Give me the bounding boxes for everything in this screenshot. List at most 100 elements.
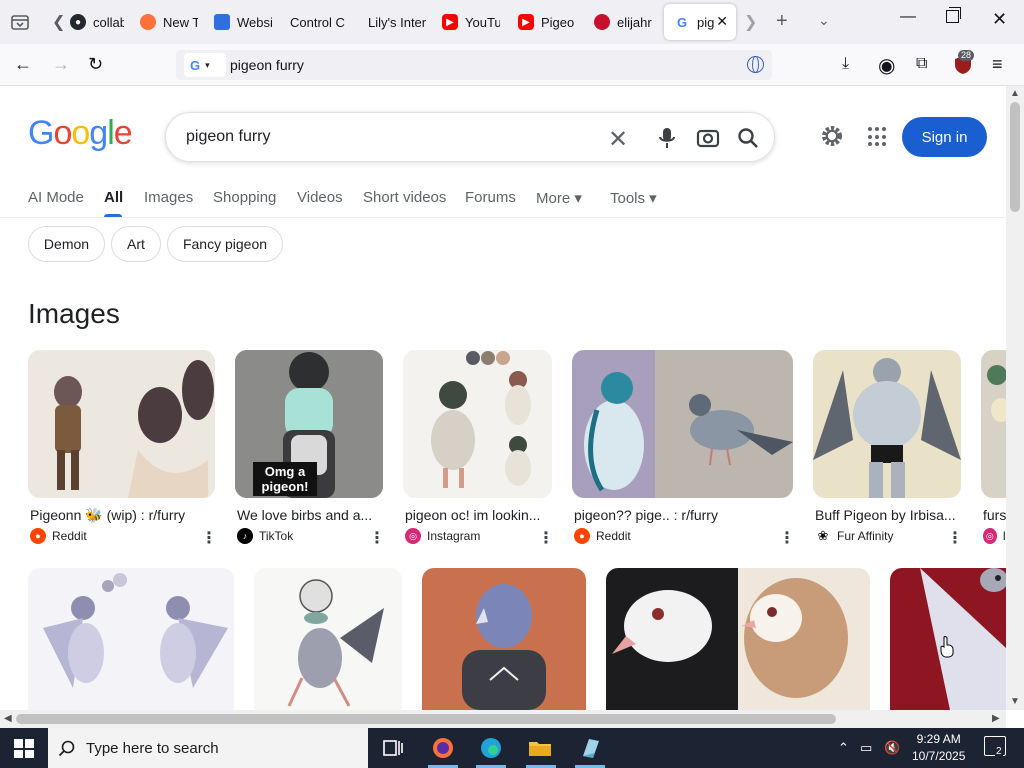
image-result-source[interactable]: ● Reddit xyxy=(30,528,87,544)
taskbar-search[interactable]: Type here to search xyxy=(48,728,368,768)
apps-grid-icon[interactable] xyxy=(868,127,888,147)
more-options-icon[interactable]: ⋮ xyxy=(369,528,385,548)
volume-muted-icon[interactable]: 🔇 xyxy=(884,740,900,756)
windows-start-icon[interactable] xyxy=(14,739,34,758)
tab-5[interactable]: ▶ YouTu xyxy=(438,4,500,40)
scroll-up-icon[interactable]: ▲ xyxy=(1010,88,1020,99)
tab-all[interactable]: All xyxy=(104,189,123,206)
image-result-title[interactable]: furs xyxy=(983,507,1006,523)
chip-art[interactable]: Art xyxy=(111,226,161,262)
search-box[interactable]: pigeon furry ✕ xyxy=(165,112,775,162)
camera-icon[interactable] xyxy=(696,127,720,149)
scroll-left-icon[interactable]: ◀ xyxy=(4,713,12,724)
window-close-icon[interactable]: ✕ xyxy=(992,9,1007,30)
clock-time: 9:29 AM xyxy=(916,732,961,746)
image-result-title[interactable]: pigeon oc! im lookin... xyxy=(405,507,545,523)
tab-list-icon[interactable] xyxy=(8,10,32,34)
url-bar[interactable]: G ▾ pigeon furry xyxy=(176,50,772,80)
tab-scroll-right-icon[interactable]: ❯ xyxy=(744,12,757,32)
tab-images[interactable]: Images xyxy=(144,189,193,206)
system-clock[interactable]: 9:29 AM 10/7/2025 xyxy=(912,731,965,765)
image-result-title[interactable]: Pigeonn 🐝 (wip) : r/furry xyxy=(30,507,215,524)
file-explorer-icon[interactable] xyxy=(527,736,553,760)
globe-icon[interactable] xyxy=(747,56,764,73)
image-result-thumbnail[interactable] xyxy=(606,568,870,710)
forward-icon[interactable]: → xyxy=(52,54,70,75)
tab-more[interactable]: More ▾ xyxy=(536,189,582,207)
chevron-up-icon[interactable]: ⌃ xyxy=(838,740,849,756)
scroll-right-icon[interactable]: ▶ xyxy=(992,713,1000,724)
microphone-icon[interactable] xyxy=(656,126,678,150)
close-tab-icon[interactable]: ✕ xyxy=(716,13,728,30)
clear-icon[interactable]: ✕ xyxy=(608,125,628,154)
extension-badge: 28 xyxy=(958,50,975,61)
new-tab-icon[interactable]: + xyxy=(776,10,788,33)
horizontal-scrollbar[interactable]: ◀ ▶ xyxy=(0,710,1006,728)
extensions-icon[interactable]: ⧉ xyxy=(916,55,927,73)
notification-count: 2 xyxy=(995,746,1003,757)
more-options-icon[interactable]: ⋮ xyxy=(947,528,963,548)
download-icon[interactable]: ⤓ xyxy=(842,55,849,73)
tab-shopping[interactable]: Shopping xyxy=(213,189,276,206)
account-icon[interactable]: ◉ xyxy=(878,53,895,78)
scroll-down-icon[interactable]: ▼ xyxy=(1010,696,1020,707)
tab-0[interactable]: ● collab xyxy=(66,4,124,40)
image-result-thumbnail[interactable]: Omg a pigeon! xyxy=(235,350,383,498)
maximize-icon[interactable] xyxy=(946,7,961,23)
tab-active[interactable]: G pig ✕ xyxy=(664,4,736,40)
gear-icon[interactable] xyxy=(820,124,844,148)
back-icon[interactable]: ← xyxy=(14,54,32,75)
tab-label: Websi xyxy=(237,14,272,30)
more-options-icon[interactable]: ⋮ xyxy=(538,528,554,548)
google-logo[interactable]: Google xyxy=(28,114,133,153)
tab-videos[interactable]: Videos xyxy=(297,189,343,206)
image-result-title[interactable]: We love birbs and a... xyxy=(237,507,377,523)
image-result-thumbnail[interactable] xyxy=(28,568,234,710)
image-result-thumbnail[interactable] xyxy=(403,350,552,498)
vertical-scroll-thumb[interactable] xyxy=(1010,102,1020,212)
menu-icon[interactable]: ≡ xyxy=(992,54,1003,75)
image-result-title[interactable]: pigeon?? pige.. : r/furry xyxy=(574,507,774,523)
search-icon[interactable] xyxy=(736,126,760,150)
more-options-icon[interactable]: ⋮ xyxy=(201,528,217,548)
network-icon[interactable]: ▭ xyxy=(860,740,872,756)
more-options-icon[interactable]: ⋮ xyxy=(779,528,795,548)
reload-icon[interactable]: ↻ xyxy=(88,54,103,75)
tab-ai-mode[interactable]: AI Mode xyxy=(28,189,84,206)
image-result-title[interactable]: Buff Pigeon by Irbisa... xyxy=(815,507,960,523)
image-result-thumbnail[interactable] xyxy=(572,350,793,498)
chip-demon[interactable]: Demon xyxy=(28,226,105,262)
vertical-scrollbar[interactable]: ▲ ▼ xyxy=(1006,86,1024,710)
tab-forums[interactable]: Forums xyxy=(465,189,516,206)
tab-1[interactable]: New T xyxy=(136,4,198,40)
tab-scroll-left-icon[interactable]: ❮ xyxy=(52,12,65,32)
image-result-thumbnail[interactable] xyxy=(254,568,402,710)
tab-6[interactable]: ▶ Pigeo xyxy=(514,4,576,40)
sign-in-button[interactable]: Sign in xyxy=(902,117,987,157)
tab-2[interactable]: Websi xyxy=(210,4,272,40)
tab-short-videos[interactable]: Short videos xyxy=(363,189,446,206)
minimize-icon[interactable]: — xyxy=(900,8,916,26)
chip-fancy-pigeon[interactable]: Fancy pigeon xyxy=(167,226,283,262)
edge-icon[interactable] xyxy=(478,736,504,760)
tab-3[interactable]: Control C xyxy=(286,4,350,40)
tab-tools[interactable]: Tools ▾ xyxy=(610,189,657,207)
tab-7[interactable]: elijahr xyxy=(590,4,654,40)
tab-4[interactable]: Lily's Inter xyxy=(364,4,426,40)
image-result-thumbnail[interactable] xyxy=(28,350,215,498)
search-engine-button[interactable]: G ▾ xyxy=(184,53,226,77)
image-result-source[interactable]: ♪ TikTok xyxy=(237,528,293,544)
image-result-source[interactable]: ◎ Instagram xyxy=(405,528,480,544)
image-result-thumbnail[interactable] xyxy=(422,568,586,710)
firefox-icon[interactable] xyxy=(430,736,456,760)
image-result-thumbnail[interactable] xyxy=(813,350,961,498)
image-result-source[interactable]: ◎ I xyxy=(983,528,1006,544)
horizontal-scroll-thumb[interactable] xyxy=(16,714,836,724)
chevron-down-icon[interactable]: ⌄ xyxy=(818,12,830,29)
image-result-source[interactable]: ❀ Fur Affinity xyxy=(815,528,893,544)
search-input[interactable]: pigeon furry xyxy=(186,128,271,146)
pigeon-ref-sheet-image xyxy=(403,350,552,498)
image-result-source[interactable]: ● Reddit xyxy=(574,528,631,544)
task-view-icon[interactable] xyxy=(380,736,406,760)
app-icon[interactable] xyxy=(577,736,603,760)
